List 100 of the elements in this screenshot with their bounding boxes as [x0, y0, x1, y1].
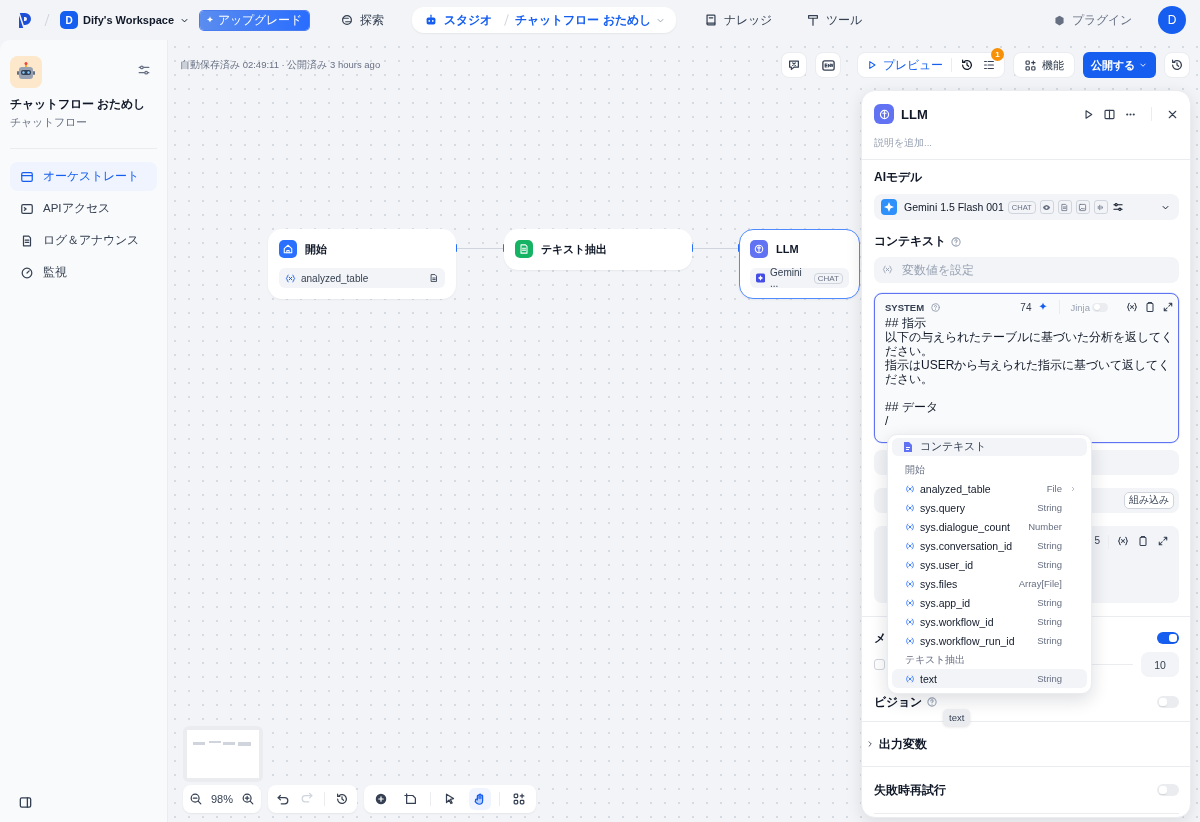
settings-icon[interactable]: [137, 63, 151, 77]
tooltip: text: [943, 709, 971, 726]
add-note-icon[interactable]: [404, 792, 418, 806]
sidebar-toggle-icon[interactable]: [18, 795, 33, 810]
model-chip: Gemini ... CHAT: [750, 268, 849, 288]
sidebar-item[interactable]: ログ＆アナウンス: [10, 226, 157, 255]
nav-tab[interactable]: ツール: [799, 7, 868, 33]
variable-icon: [285, 272, 296, 284]
copy-icon[interactable]: [1144, 301, 1156, 313]
zoom-out-icon[interactable]: [189, 792, 203, 806]
checklist-icon[interactable]: [982, 58, 996, 72]
preview-button[interactable]: プレビュー: [866, 56, 943, 74]
workflow-node[interactable]: 開始 analyzed_table: [268, 229, 456, 299]
expand-icon[interactable]: [1162, 301, 1174, 313]
workflow-node[interactable]: LLM Gemini ... CHAT: [739, 229, 860, 299]
prompt-editor[interactable]: SYSTEM 74 Jinja ## 指示 以下の与えられたテーブルに基づいた分析を返してください。 指示はUSERから与えられた指示に基づいて返してください。 ## データ /: [874, 293, 1179, 443]
menu-item[interactable]: コンテキスト: [892, 438, 1087, 456]
variable-option[interactable]: sys.workflow_run_id String: [892, 631, 1087, 650]
variable-icon: [905, 597, 915, 608]
workflow-node[interactable]: テキスト抽出: [504, 229, 692, 270]
insert-variable-icon[interactable]: [1117, 535, 1129, 547]
workspace-switcher[interactable]: D Dify's Workspace: [58, 9, 193, 31]
layout-icon[interactable]: [512, 792, 526, 806]
toggle-switch[interactable]: [1092, 302, 1108, 312]
variable-option[interactable]: sys.user_id String: [892, 555, 1087, 574]
features-button[interactable]: 機能: [1013, 52, 1075, 78]
copy-icon[interactable]: [1137, 535, 1149, 547]
document-icon: [1060, 202, 1070, 212]
app-name: チャットフロー おためし: [10, 96, 147, 113]
plugins-button[interactable]: プラグイン: [1053, 11, 1132, 29]
eye-icon: [1042, 202, 1052, 212]
image-icon: [1078, 202, 1088, 212]
insert-variable-icon[interactable]: [1126, 301, 1138, 313]
char-count: 74: [1020, 301, 1032, 313]
variable-icon: [905, 502, 915, 513]
context-field[interactable]: 変数値を設定: [874, 257, 1179, 283]
section-label: AIモデル: [874, 169, 922, 186]
breadcrumb-separator: [42, 12, 52, 28]
run-history-icon[interactable]: [960, 58, 974, 72]
nav-tab[interactable]: スタジオ: [418, 7, 499, 33]
sidebar-item[interactable]: 監視: [10, 258, 157, 287]
add-node-icon[interactable]: [374, 792, 388, 806]
variable-chip: analyzed_table: [279, 268, 445, 288]
variable-option[interactable]: sys.dialogue_count Number: [892, 517, 1087, 536]
help-icon: [950, 235, 962, 248]
gauge-icon: [20, 265, 34, 280]
toggle-switch[interactable]: [1157, 632, 1179, 644]
variable-icon: [882, 264, 893, 275]
group-label: テキスト抽出: [904, 653, 966, 667]
run-icon[interactable]: [1082, 107, 1095, 121]
history-icon: [1170, 58, 1184, 72]
char-count: 5: [1094, 535, 1100, 546]
nav-tab[interactable]: 探索: [334, 7, 391, 33]
caret-icon: [1138, 60, 1148, 70]
checkbox[interactable]: [874, 659, 885, 670]
variable-icon: [905, 635, 915, 646]
history-button[interactable]: [1164, 52, 1190, 78]
file-icon: [429, 273, 439, 283]
variable-icon: [905, 483, 915, 494]
variable-option[interactable]: sys.query String: [892, 498, 1087, 517]
window-icon: [20, 169, 34, 184]
variables-button[interactable]: [781, 52, 807, 78]
help-icon: [926, 696, 938, 708]
sidebar-item[interactable]: APIアクセス: [10, 194, 157, 223]
nav-tab[interactable]: ナレッジ: [697, 7, 778, 33]
zoom-in-icon[interactable]: [241, 792, 255, 806]
variable-icon: [905, 673, 915, 684]
app-switcher[interactable]: チャットフロー おためし: [515, 11, 666, 29]
upgrade-button[interactable]: アップグレード: [200, 10, 310, 30]
chat-variable-icon: [787, 58, 801, 72]
user-avatar[interactable]: D: [1158, 6, 1186, 34]
output-variables-toggle[interactable]: 出力変数: [865, 736, 927, 752]
variable-option[interactable]: sys.app_id String: [892, 593, 1087, 612]
toggle-switch[interactable]: [1157, 696, 1179, 708]
panel-title: LLM: [901, 106, 929, 122]
version-history-icon[interactable]: [335, 792, 349, 806]
zoom-level[interactable]: 98%: [209, 793, 235, 805]
toggle-switch[interactable]: [1157, 784, 1179, 796]
variable-option[interactable]: sys.conversation_id String: [892, 536, 1087, 555]
house-icon: [282, 243, 294, 255]
variable-option[interactable]: text String: [892, 669, 1087, 688]
variable-option[interactable]: sys.files Array[File]: [892, 574, 1087, 593]
group-label: 開始: [904, 463, 926, 477]
prompt-line: 以下の与えられたテーブルに基づいた分析を返してください。: [885, 330, 1173, 358]
model-icon: [881, 199, 897, 215]
document-icon: [20, 233, 34, 248]
sidebar-item[interactable]: オーケストレート: [10, 162, 157, 191]
publish-button[interactable]: 公開する: [1083, 52, 1156, 78]
number-field[interactable]: 10: [1141, 652, 1179, 677]
variable-icon: [905, 616, 915, 627]
variable-option[interactable]: analyzed_table File: [892, 479, 1087, 498]
expand-icon[interactable]: [1157, 535, 1169, 547]
hand-tool[interactable]: [469, 788, 491, 810]
undo-icon[interactable]: [276, 792, 290, 806]
hammer-icon: [805, 13, 820, 27]
variable-option[interactable]: sys.workflow_id String: [892, 612, 1087, 631]
settings-icon: [1111, 201, 1124, 213]
env-button[interactable]: [815, 52, 841, 78]
section-label: 失敗時再試行: [874, 781, 946, 799]
audio-icon: [1096, 202, 1106, 212]
